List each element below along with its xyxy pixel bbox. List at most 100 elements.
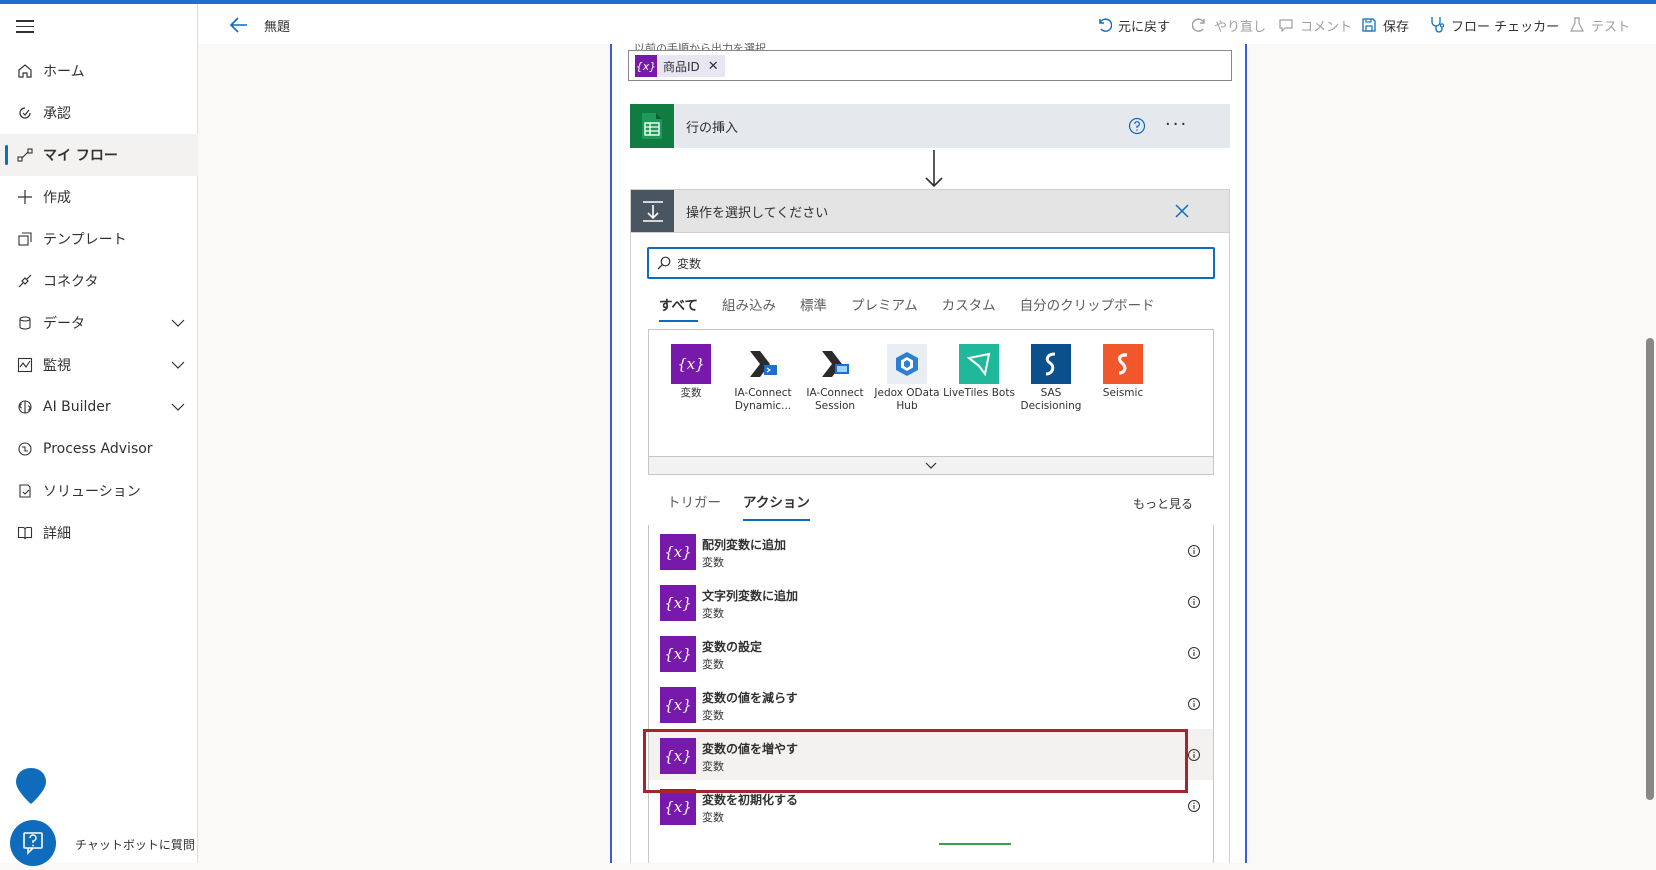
undo-icon [1099,18,1112,32]
back-arrow-icon[interactable] [229,16,249,34]
nav-label: 作成 [43,190,71,206]
nav-item-ai-builder[interactable]: AI Builder [0,386,198,428]
save-icon [1362,18,1376,32]
tab-premium[interactable]: プレミアム [851,294,918,322]
variable-icon: {x} [660,789,696,825]
excel-sheet-icon [630,104,674,148]
nav-item-data[interactable]: データ [0,302,198,344]
insert-row-card[interactable]: 行の挿入 ··· [630,104,1230,148]
list-item-increment-variable[interactable]: {x} 変数の値を増やす 変数 [649,729,1213,780]
info-icon[interactable] [1187,646,1201,660]
list-item-initialize-variable[interactable]: {x} 変数を初期化する 変数 [649,780,1213,831]
ia-connect-session-icon [815,344,855,384]
nav-label: Process Advisor [43,441,153,457]
stethoscope-icon [1431,17,1445,33]
comment-button[interactable]: コメント [1278,14,1352,36]
search-input[interactable] [677,256,1177,270]
page-scrollbar[interactable] [1646,338,1654,800]
tab-my-clipboard[interactable]: 自分のクリップボード [1020,294,1155,322]
nav-list: ホーム 承認 マイ フロー 作成 テンプレート コネクタ データ 監視 AI B… [0,50,198,554]
chevron-down-icon [925,462,937,469]
location-pin-icon[interactable] [14,766,48,806]
see-more-link[interactable]: もっと見る [1133,495,1193,512]
variable-icon: {x} [635,55,657,77]
nav-item-home[interactable]: ホーム [0,50,198,92]
redo-button[interactable]: やり直し [1192,14,1266,36]
connector-seismic[interactable]: Seismic [1087,344,1159,400]
chevron-down-icon[interactable] [170,399,186,415]
nav-label: ソリューション [43,484,141,500]
flow-canvas: 以前の手順から出力を選択 {x} 商品ID ✕ 行の挿入 ··· 操作を選択して… [610,42,1247,863]
category-tabs: すべて 組み込み 標準 プレミアム カスタム 自分のクリップボード [659,294,1179,322]
jedox-icon [887,344,927,384]
brain-icon [18,400,32,414]
flow-title: 無題 [264,20,291,35]
list-item-set-variable[interactable]: {x} 変数の設定 変数 [649,627,1213,678]
connector-ia-connect-dynamics[interactable]: IA-Connect Dynamic... [727,344,799,413]
action-insert-icon [631,190,674,232]
nav-item-approvals[interactable]: 承認 [0,92,198,134]
info-icon[interactable] [1187,544,1201,558]
hamburger-menu-icon[interactable] [16,20,34,34]
choose-action-card: 操作を選択してください [630,189,1230,233]
flow-icon [17,148,33,162]
tab-all[interactable]: すべて [659,294,699,322]
more-options-icon[interactable]: ··· [1165,114,1188,135]
tab-custom[interactable]: カスタム [942,294,996,322]
tab-standard[interactable]: 標準 [800,294,827,322]
nav-item-connectors[interactable]: コネクタ [0,260,198,302]
nav-label: 詳細 [43,526,71,542]
search-box[interactable] [647,247,1215,279]
connector-sas-decisioning[interactable]: SAS Decisioning [1015,344,1087,413]
variable-icon: {x} [660,534,696,570]
card-title: 操作を選択してください [686,205,829,221]
list-item-append-to-array-variable[interactable]: {x} 配列変数に追加 変数 [649,525,1213,576]
tab-actions[interactable]: アクション [743,491,810,521]
info-icon[interactable] [1187,748,1201,762]
nav-item-monitor[interactable]: 監視 [0,344,198,386]
solutions-icon [19,484,31,498]
list-item-append-to-string-variable[interactable]: {x} 文字列変数に追加 変数 [649,576,1213,627]
token-product-id[interactable]: {x} 商品ID ✕ [635,55,725,77]
output-select-field[interactable]: {x} 商品ID ✕ [628,50,1232,81]
nav-item-templates[interactable]: テンプレート [0,218,198,260]
connector-livetiles-bots[interactable]: LiveTiles Bots [943,344,1015,400]
close-icon[interactable] [1174,203,1190,219]
info-icon[interactable] [1187,697,1201,711]
tab-built-in[interactable]: 組み込み [722,294,776,322]
card-title: 行の挿入 [686,120,739,136]
save-button[interactable]: 保存 [1361,14,1409,36]
info-icon[interactable] [1187,595,1201,609]
connector-grid: {x} 変数 IA-Connect Dynamic... IA-Connect Se… [648,329,1214,457]
variable-icon: {x} [660,585,696,621]
flow-checker-button[interactable]: フロー チェッカー [1429,14,1559,36]
action-picker: すべて 組み込み 標準 プレミアム カスタム 自分のクリップボード {x} 変数… [630,233,1230,863]
nav-item-process-advisor[interactable]: Process Advisor [0,428,198,470]
connector-arrow-icon [925,150,943,188]
undo-button[interactable]: 元に戻す [1096,14,1170,36]
connector-jedox-odata-hub[interactable]: Jedox OData Hub [871,344,943,413]
expand-connectors-button[interactable] [648,457,1214,475]
nav-label: ホーム [43,64,85,80]
connector-variables[interactable]: {x} 変数 [655,344,727,400]
nav-label: 監視 [43,358,71,374]
partial-next-item [939,843,1011,847]
nav-item-create[interactable]: 作成 [0,176,198,218]
test-button[interactable]: テスト [1569,14,1630,36]
info-icon[interactable] [1187,799,1201,813]
nav-item-my-flows[interactable]: マイ フロー [0,134,198,176]
template-icon [18,232,32,246]
chevron-down-icon[interactable] [170,357,186,373]
tab-triggers[interactable]: トリガー [667,491,721,521]
flask-icon [1570,17,1584,32]
connector-ia-connect-session[interactable]: IA-Connect Session [799,344,871,413]
redo-icon [1192,18,1205,32]
chevron-down-icon[interactable] [170,315,186,331]
plus-icon [18,190,32,204]
close-icon[interactable]: ✕ [708,59,719,74]
nav-item-solutions[interactable]: ソリューション [0,470,198,512]
nav-item-learn[interactable]: 詳細 [0,512,198,554]
list-item-decrement-variable[interactable]: {x} 変数の値を減らす 変数 [649,678,1213,729]
chatbot-button[interactable] [10,820,56,866]
help-icon[interactable] [1128,117,1146,135]
